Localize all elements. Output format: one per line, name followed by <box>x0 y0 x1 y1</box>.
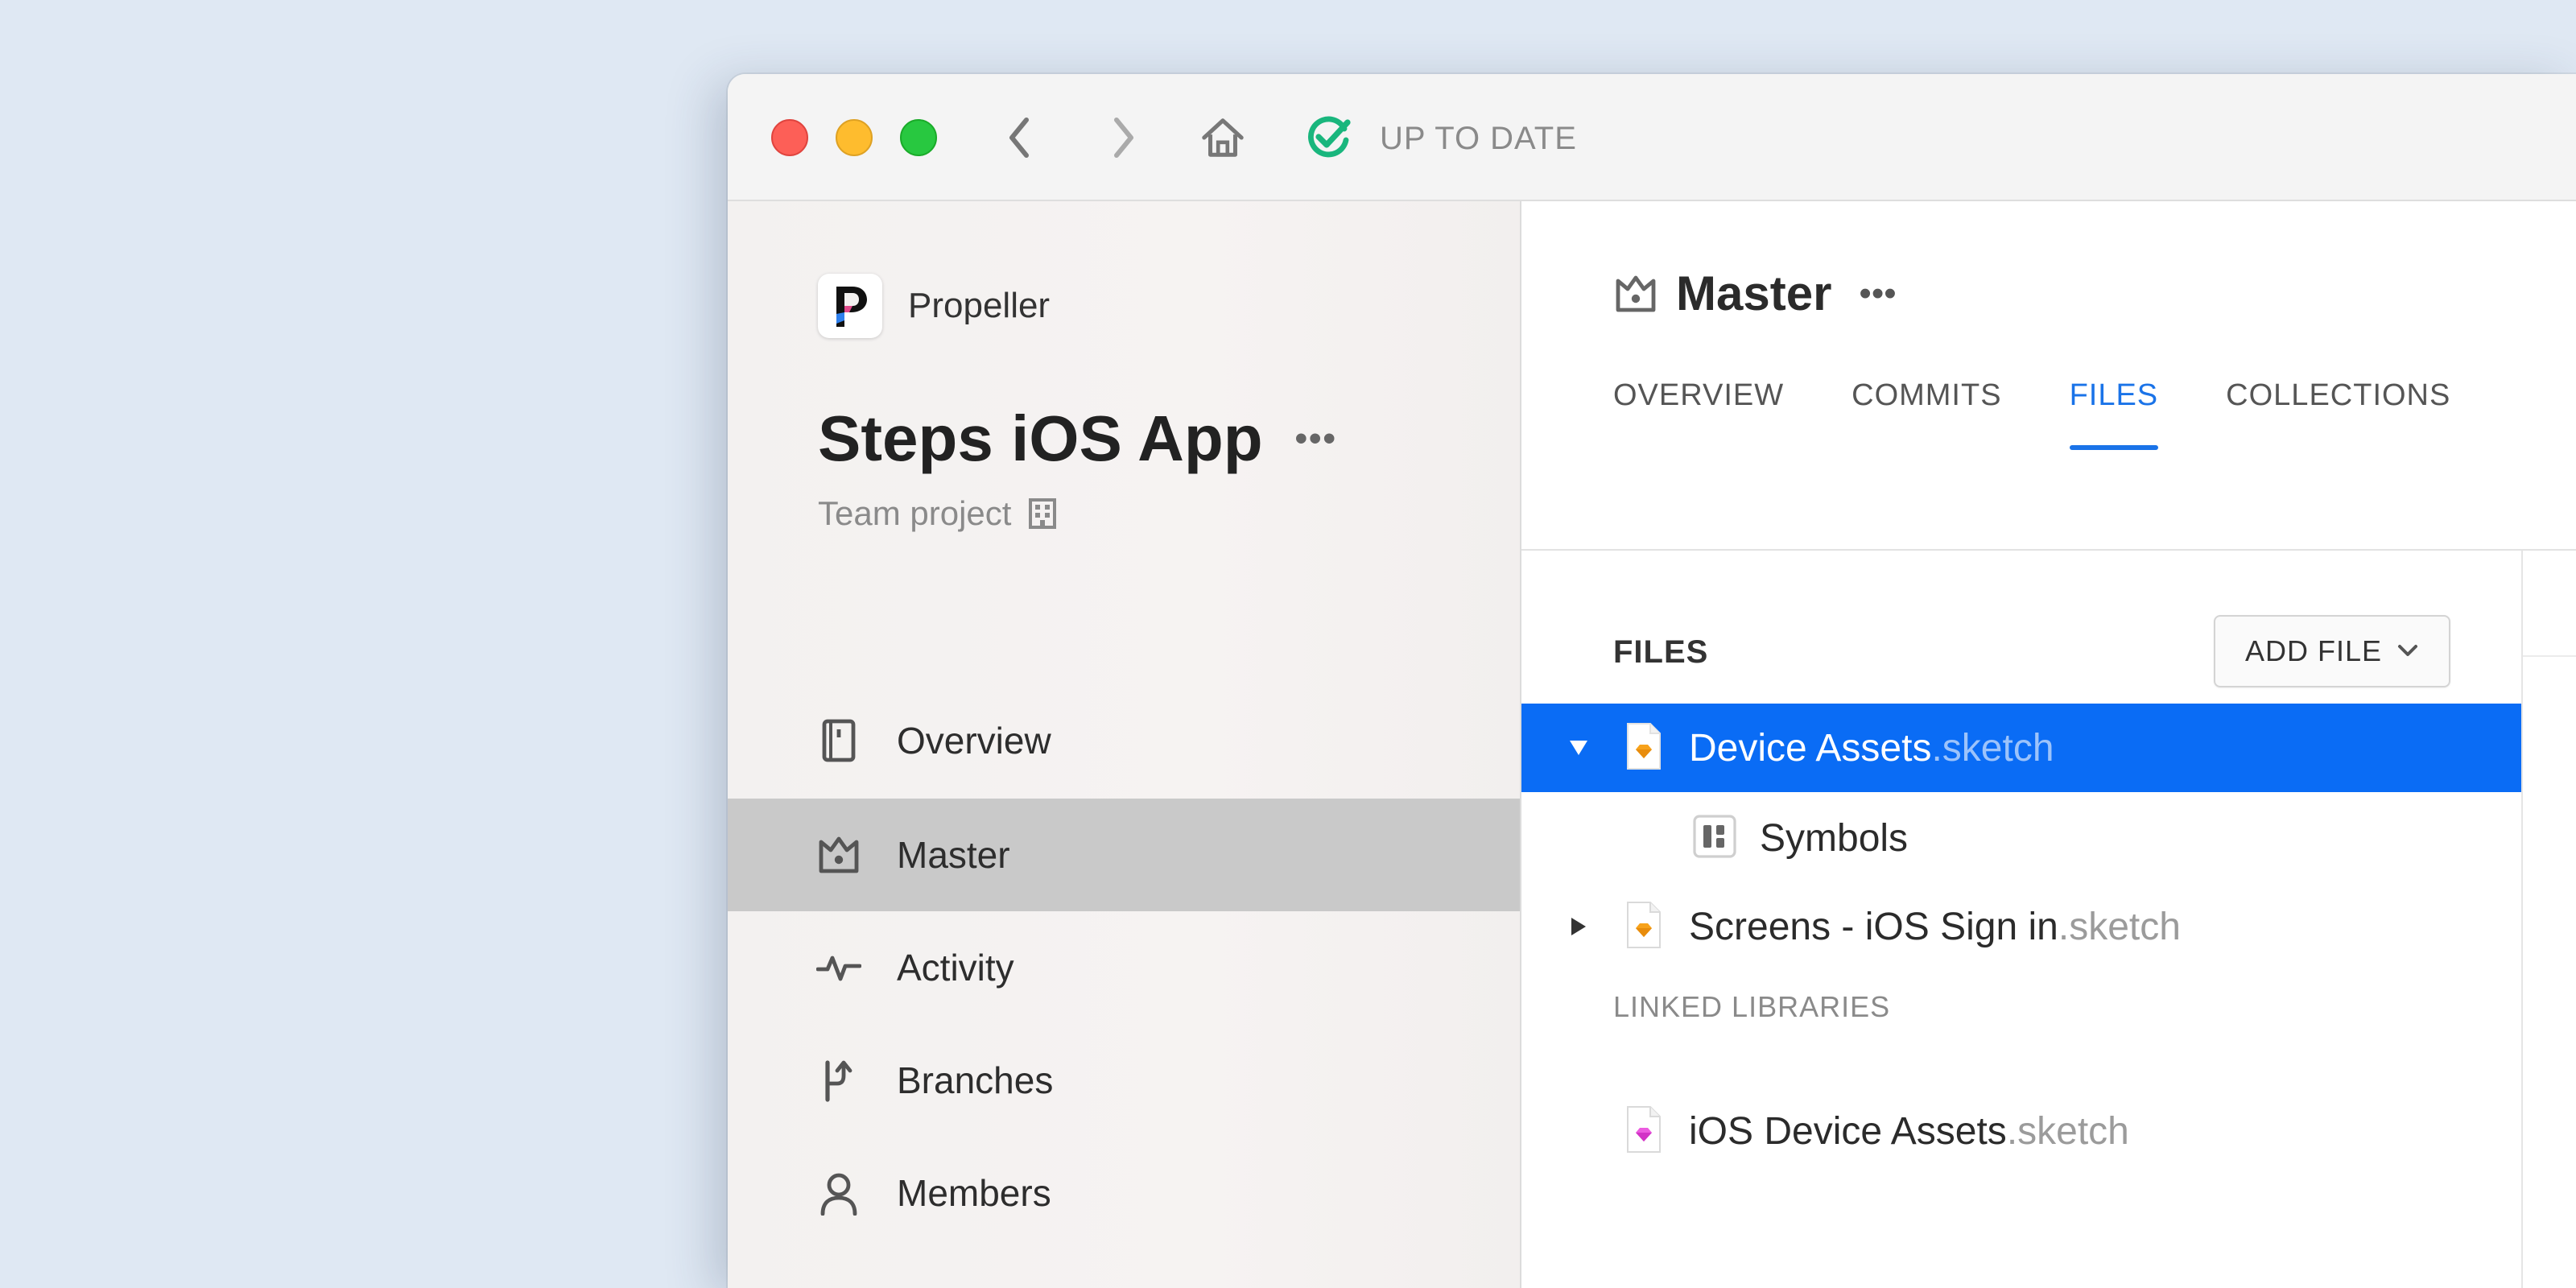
files-panel: FILES ADD FILE Device Assets.sketch Symb… <box>1521 551 2523 1288</box>
sidebar-item-label: Activity <box>897 947 1014 989</box>
add-file-button[interactable]: ADD FILE <box>2214 615 2450 687</box>
file-extension: .sketch <box>2006 1109 2129 1153</box>
home-button[interactable] <box>1199 114 1246 161</box>
add-file-label: ADD FILE <box>2244 634 2383 667</box>
propeller-logo-icon <box>836 287 867 327</box>
project-title-text: Steps iOS App <box>818 402 1263 474</box>
file-name: Device Assets.sketch <box>1689 726 2054 770</box>
zoom-window-button[interactable] <box>900 119 937 156</box>
branch-more-button[interactable]: ••• <box>1859 274 1896 314</box>
document-icon <box>816 718 861 763</box>
activity-pulse-icon <box>816 945 861 990</box>
detail-divider <box>2523 655 2576 657</box>
file-row-screens-ios-sign-in[interactable]: Screens - iOS Sign in.sketch <box>1521 882 2521 971</box>
branches-icon <box>816 1058 861 1103</box>
project-more-button[interactable]: ••• <box>1295 402 1337 475</box>
crown-icon <box>1616 275 1656 312</box>
sidebar-item-label: Branches <box>897 1059 1054 1101</box>
chevron-right-icon <box>1114 118 1133 158</box>
tab-collections[interactable]: COLLECTIONS <box>2226 378 2450 450</box>
sidebar-item-branches[interactable]: Branches <box>728 1024 1520 1137</box>
tab-overview[interactable]: OVERVIEW <box>1613 378 1784 450</box>
branch-title: Master <box>1676 266 1832 320</box>
file-extension: .sketch <box>1931 726 2054 770</box>
organization-logo <box>818 274 882 338</box>
organization-switcher[interactable]: Propeller <box>818 274 1050 338</box>
tab-bar: OVERVIEW COMMITS FILES COLLECTIONS <box>1613 378 2518 450</box>
symbols-icon <box>1692 814 1737 863</box>
person-icon <box>816 1170 861 1216</box>
chevron-down-icon <box>2398 645 2418 656</box>
tab-commits[interactable]: COMMITS <box>1852 378 2001 450</box>
detail-panel <box>2523 551 2576 1288</box>
main-content: Master ••• OVERVIEW COMMITS FILES COLLEC… <box>1521 201 2576 1288</box>
branch-header: Master ••• <box>1613 266 1897 321</box>
project-type-text: Team project <box>818 494 1012 532</box>
sidebar-item-overview[interactable]: Overview <box>728 684 1520 797</box>
disclosure-triangle-expanded-icon[interactable] <box>1567 736 1591 760</box>
building-icon <box>1029 498 1057 529</box>
sidebar: Propeller Steps iOS App ••• Team project… <box>728 201 1521 1288</box>
minimize-window-button[interactable] <box>836 119 873 156</box>
project-title: Steps iOS App ••• <box>818 402 1337 475</box>
files-heading: FILES <box>1613 634 1709 670</box>
home-icon <box>1202 118 1244 157</box>
file-name: iOS Device Assets.sketch <box>1689 1109 2129 1154</box>
file-row-device-assets[interactable]: Device Assets.sketch <box>1521 704 2521 792</box>
file-name-base: Screens - iOS Sign in <box>1689 905 2058 948</box>
page-name: Symbols <box>1760 816 1909 860</box>
disclosure-triangle-collapsed-icon[interactable] <box>1567 914 1591 939</box>
file-name: Screens - iOS Sign in.sketch <box>1689 905 2181 949</box>
sidebar-item-master[interactable]: Master <box>728 799 1520 911</box>
linked-library-row-ios-device-assets[interactable]: iOS Device Assets.sketch <box>1521 1087 2521 1175</box>
project-subtitle: Team project <box>818 494 1058 533</box>
file-name-base: iOS Device Assets <box>1689 1109 2007 1153</box>
close-window-button[interactable] <box>771 119 808 156</box>
file-name-base: Device Assets <box>1689 726 1932 770</box>
file-extension: .sketch <box>2058 905 2181 948</box>
crown-icon <box>816 832 861 877</box>
linked-libraries-heading: LINKED LIBRARIES <box>1613 990 1891 1023</box>
back-button[interactable] <box>997 114 1043 161</box>
sketch-file-icon <box>1623 901 1663 953</box>
sidebar-item-activity[interactable]: Activity <box>728 911 1520 1024</box>
sidebar-item-label: Master <box>897 834 1010 876</box>
organization-name: Propeller <box>908 286 1051 325</box>
sync-status-text: UP TO DATE <box>1380 121 1577 156</box>
app-window: UP TO DATE Propeller Steps iOS App ••• T… <box>728 74 2576 1288</box>
sidebar-item-label: Overview <box>897 720 1051 762</box>
page-row-symbols[interactable]: Symbols <box>1521 794 2521 882</box>
tab-files[interactable]: FILES <box>2069 378 2159 450</box>
forward-button[interactable] <box>1100 114 1146 161</box>
sidebar-item-label: Members <box>897 1172 1051 1214</box>
chevron-left-icon <box>1009 118 1029 158</box>
sketch-file-icon <box>1623 722 1663 774</box>
sketch-library-icon <box>1623 1105 1663 1158</box>
sync-check-icon <box>1304 114 1352 163</box>
title-bar: UP TO DATE <box>728 74 2576 201</box>
sidebar-item-members[interactable]: Members <box>728 1137 1520 1249</box>
